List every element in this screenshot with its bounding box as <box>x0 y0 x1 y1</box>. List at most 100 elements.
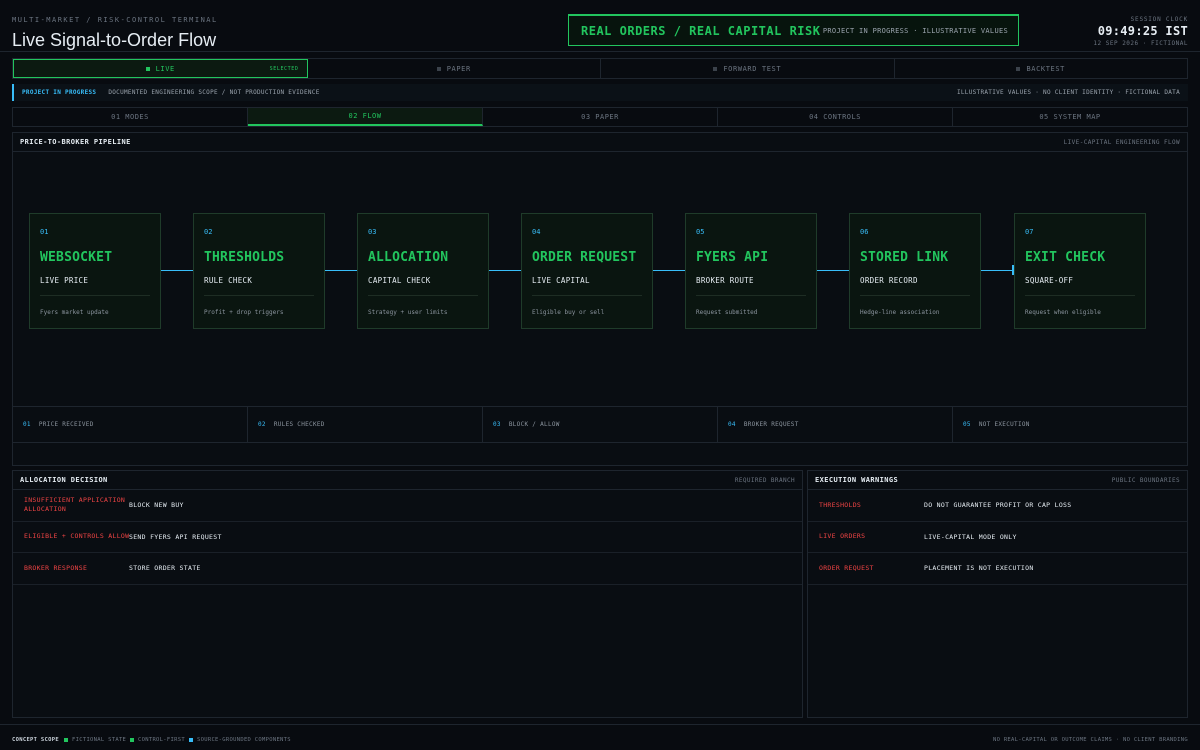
connector-line <box>817 270 849 271</box>
legend-item: CONTROL-FIRST <box>130 737 185 743</box>
step-item: 03 BLOCK / ALLOW <box>483 407 718 442</box>
decision-condition: BROKER RESPONSE <box>24 563 88 572</box>
execution-warnings-panel: EXECUTION WARNINGS PUBLIC BOUNDARIES THR… <box>807 470 1188 718</box>
legend-swatch-icon <box>130 738 134 742</box>
pipeline-header: PRICE-TO-BROKER PIPELINE LIVE-CAPITAL EN… <box>13 133 1187 152</box>
scope-disclaimer: ILLUSTRATIVE VALUES · NO CLIENT IDENTITY… <box>956 89 1180 96</box>
tab-paper[interactable]: 03 PAPER <box>483 108 718 126</box>
node-divider <box>204 295 314 296</box>
tab-system-map[interactable]: 05 SYSTEM MAP <box>953 108 1187 126</box>
status-dot-icon <box>713 66 718 71</box>
node-description: Eligible buy or sell <box>532 309 605 316</box>
pipeline-node-fyers-api[interactable]: 05 FYERS API BROKER ROUTE Request submit… <box>685 213 817 329</box>
node-divider <box>1025 295 1135 296</box>
node-name: STORED LINK <box>860 250 949 265</box>
warning-value: LIVE-CAPITAL MODE ONLY <box>924 532 1017 541</box>
mode-label: LIVE <box>155 64 175 73</box>
legend-label: FICTIONAL STATE <box>72 737 127 743</box>
mode-tab-backtest[interactable]: BACKTEST <box>895 59 1188 78</box>
scope-notice-bar: PROJECT IN PROGRESS DOCUMENTED ENGINEERI… <box>12 84 1188 101</box>
connector-line <box>489 270 521 271</box>
page-title: Live Signal-to-Order Flow <box>12 30 217 50</box>
risk-banner: REAL ORDERS / REAL CAPITAL RISK PROJECT … <box>568 14 1019 46</box>
legend-item: SOURCE-GROUNDED COMPONENTS <box>189 737 291 743</box>
decision-row: ELIGIBLE + CONTROLS ALLOW SEND FYERS API… <box>13 522 802 553</box>
node-description: Profit + drop triggers <box>204 309 284 316</box>
step-item: 01 PRICE RECEIVED <box>13 407 248 442</box>
warning-value: PLACEMENT IS NOT EXECUTION <box>924 564 1034 573</box>
step-label: BROKER REQUEST <box>743 421 799 428</box>
node-number: 07 <box>1025 228 1034 236</box>
warning-row: THRESHOLDS DO NOT GUARANTEE PROFIT OR CA… <box>808 490 1187 522</box>
mode-label: FORWARD TEST <box>723 64 782 73</box>
step-label: NOT EXECUTION <box>978 421 1030 428</box>
node-name: THRESHOLDS <box>204 250 285 265</box>
mode-tab-live[interactable]: LIVE SELECTED <box>13 59 308 78</box>
node-name: ORDER REQUEST <box>532 250 637 265</box>
pipeline-node-thresholds[interactable]: 02 THRESHOLDS RULE CHECK Profit + drop t… <box>193 213 325 329</box>
mode-selector: LIVE SELECTED PAPER FORWARD TEST BACKTES… <box>12 58 1188 79</box>
selected-badge: SELECTED <box>269 65 299 72</box>
node-description: Request submitted <box>696 309 758 316</box>
allocation-header: ALLOCATION DECISION REQUIRED BRANCH <box>13 471 802 490</box>
decision-row: INSUFFICIENT APPLICATION ALLOCATION BLOC… <box>13 490 802 522</box>
tab-controls[interactable]: 04 CONTROLS <box>718 108 953 126</box>
node-number: 01 <box>40 228 49 236</box>
warnings-title: EXECUTION WARNINGS <box>815 476 899 484</box>
step-item: 02 RULES CHECKED <box>248 407 483 442</box>
mode-label: PAPER <box>446 64 471 73</box>
node-subtitle: CAPITAL CHECK <box>368 276 431 285</box>
legend-swatch-icon <box>64 738 68 742</box>
session-date: 12 SEP 2026 · FICTIONAL <box>1093 40 1188 47</box>
node-subtitle: BROKER ROUTE <box>696 276 754 285</box>
node-number: 04 <box>532 228 541 236</box>
eyebrow-label: MULTI-MARKET / RISK-CONTROL TERMINAL <box>12 16 218 24</box>
warning-row: ORDER REQUEST PLACEMENT IS NOT EXECUTION <box>808 553 1187 585</box>
tab-flow[interactable]: 02 FLOW <box>248 108 483 126</box>
pipeline-steps: 01 PRICE RECEIVED 02 RULES CHECKED 03 BL… <box>13 406 1187 443</box>
node-divider <box>696 295 806 296</box>
pipeline-subtitle: LIVE-CAPITAL ENGINEERING FLOW <box>1063 138 1180 146</box>
pipeline-node-stored-link[interactable]: 06 STORED LINK ORDER RECORD Hedge-line a… <box>849 213 981 329</box>
pipeline-node-exit-check[interactable]: 07 EXIT CHECK SQUARE-OFF Request when el… <box>1014 213 1146 329</box>
node-number: 03 <box>368 228 377 236</box>
legend-label: SOURCE-GROUNDED COMPONENTS <box>197 737 291 743</box>
project-status-badge: PROJECT IN PROGRESS <box>22 89 97 96</box>
node-description: Hedge-line association <box>860 309 940 316</box>
decision-condition: INSUFFICIENT APPLICATION ALLOCATION <box>24 496 126 514</box>
step-number: 01 <box>23 421 31 428</box>
allocation-decision-panel: ALLOCATION DECISION REQUIRED BRANCH INSU… <box>12 470 803 718</box>
node-divider <box>368 295 478 296</box>
risk-banner-title: REAL ORDERS / REAL CAPITAL RISK <box>581 24 821 38</box>
node-name: WEBSOCKET <box>40 250 113 265</box>
tab-modes[interactable]: 01 MODES <box>13 108 248 126</box>
footer-disclaimer: NO REAL-CAPITAL OR OUTCOME CLAIMS · NO C… <box>992 737 1188 743</box>
node-subtitle: RULE CHECK <box>204 276 253 285</box>
step-label: BLOCK / ALLOW <box>508 421 560 428</box>
node-description: Strategy + user limits <box>368 309 448 316</box>
risk-banner-subtitle: PROJECT IN PROGRESS · ILLUSTRATIVE VALUE… <box>822 27 1008 35</box>
node-name: EXIT CHECK <box>1025 250 1106 265</box>
pipeline-node-allocation[interactable]: 03 ALLOCATION CAPITAL CHECK Strategy + u… <box>357 213 489 329</box>
warning-key: LIVE ORDERS <box>819 532 866 541</box>
warnings-subtitle: PUBLIC BOUNDARIES <box>1111 476 1180 484</box>
legend-item: FICTIONAL STATE <box>64 737 126 743</box>
decision-action: BLOCK NEW BUY <box>129 501 184 510</box>
node-name: ALLOCATION <box>368 250 449 265</box>
node-number: 06 <box>860 228 869 236</box>
node-subtitle: ORDER RECORD <box>860 276 918 285</box>
footer-label: CONCEPT SCOPE <box>12 737 59 743</box>
pipeline-node-order-request[interactable]: 04 ORDER REQUEST LIVE CAPITAL Eligible b… <box>521 213 653 329</box>
mode-tab-paper[interactable]: PAPER <box>308 59 601 78</box>
connector-line <box>653 270 685 271</box>
footer: CONCEPT SCOPE FICTIONAL STATE CONTROL-FI… <box>0 724 1200 750</box>
legend-swatch-icon <box>189 738 193 742</box>
step-item: 04 BROKER REQUEST <box>718 407 953 442</box>
pipeline-node-websocket[interactable]: 01 WEBSOCKET LIVE PRICE Fyers market upd… <box>29 213 161 329</box>
section-tabs: 01 MODES 02 FLOW 03 PAPER 04 CONTROLS 05… <box>12 107 1188 127</box>
warning-value: DO NOT GUARANTEE PROFIT OR CAP LOSS <box>924 501 1072 510</box>
legend-label: CONTROL-FIRST <box>138 737 185 743</box>
node-subtitle: SQUARE-OFF <box>1025 276 1074 285</box>
mode-tab-forward-test[interactable]: FORWARD TEST <box>601 59 895 78</box>
status-dot-icon <box>1016 66 1021 71</box>
